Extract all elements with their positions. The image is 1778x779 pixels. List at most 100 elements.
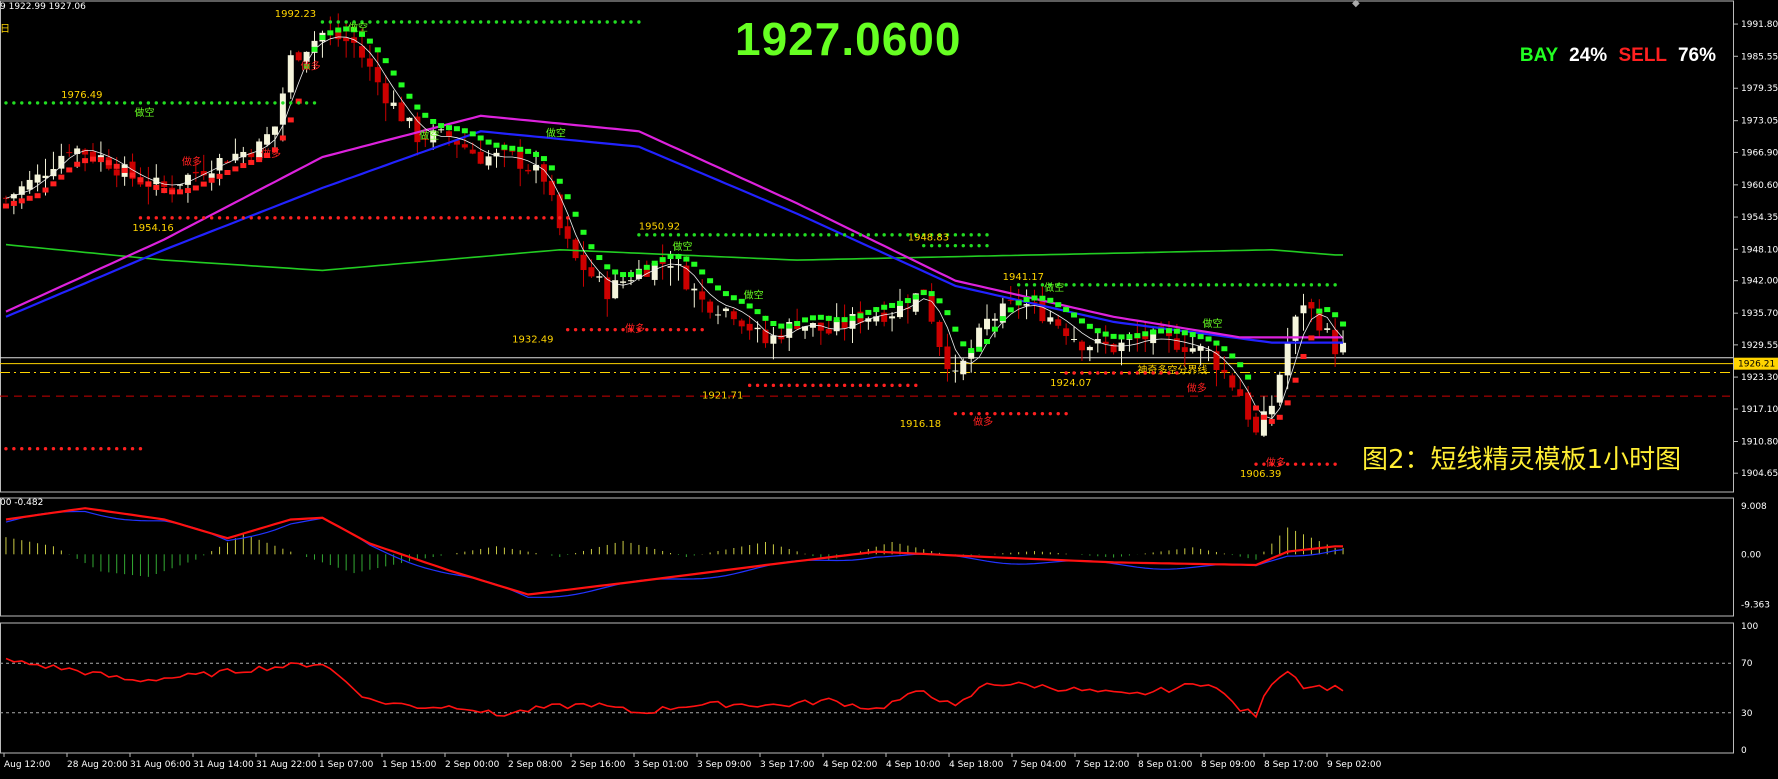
level-dot bbox=[1262, 283, 1266, 287]
level-dot bbox=[43, 447, 48, 451]
trend-block bbox=[984, 339, 991, 345]
level-dot bbox=[819, 233, 823, 237]
candle-body bbox=[398, 102, 405, 122]
close-icon[interactable]: ◆ bbox=[1352, 0, 1360, 9]
level-dot bbox=[605, 20, 609, 24]
level-dot bbox=[637, 20, 641, 24]
trend-block bbox=[446, 125, 453, 131]
trend-block bbox=[1031, 295, 1038, 301]
level-dot bbox=[1301, 283, 1306, 287]
level-dot bbox=[233, 216, 238, 220]
trend-block bbox=[398, 82, 405, 88]
level-dot bbox=[1119, 371, 1124, 375]
trend-block bbox=[1078, 318, 1085, 324]
candle-body bbox=[216, 157, 223, 171]
trend-block bbox=[279, 135, 286, 141]
trend-block bbox=[26, 195, 33, 201]
level-dot bbox=[1285, 462, 1290, 466]
level-dot bbox=[1096, 283, 1100, 287]
level-dot bbox=[415, 216, 420, 220]
level-dot bbox=[455, 20, 459, 24]
candle-body bbox=[691, 288, 698, 291]
level-dot bbox=[787, 233, 791, 237]
level-dot bbox=[597, 327, 602, 332]
candle-body bbox=[699, 291, 706, 300]
trend-block bbox=[936, 298, 943, 304]
signal-label: 做空 bbox=[419, 129, 439, 142]
level-dot bbox=[866, 233, 871, 237]
trend-block bbox=[430, 118, 437, 124]
level-dot bbox=[597, 20, 602, 24]
price-tick-label: 1929.55 bbox=[1741, 341, 1778, 351]
level-dot bbox=[376, 20, 380, 24]
level-dot bbox=[874, 383, 878, 388]
macd-line bbox=[5, 510, 1344, 598]
level-dot bbox=[154, 216, 158, 220]
candle-body bbox=[991, 318, 998, 321]
trend-block bbox=[422, 112, 429, 118]
time-tick-label: 7 Sep 04:00 bbox=[1012, 760, 1067, 770]
trend-block bbox=[1063, 307, 1070, 313]
level-dot bbox=[439, 216, 443, 220]
trend-block bbox=[889, 302, 896, 308]
candle-body bbox=[1245, 392, 1252, 420]
trend-block bbox=[754, 309, 761, 315]
trend-block bbox=[200, 181, 207, 187]
level-dot bbox=[977, 411, 981, 416]
time-tick-label: 3 Sep 17:00 bbox=[760, 760, 815, 770]
level-dot bbox=[384, 216, 388, 220]
signal-label: 做多 bbox=[1266, 456, 1286, 469]
level-dot bbox=[985, 233, 989, 237]
level-dot bbox=[558, 20, 562, 24]
level-dot bbox=[850, 233, 855, 237]
price-label: 1924.07 bbox=[1050, 378, 1091, 389]
level-dot bbox=[1080, 371, 1084, 375]
price-label: 1950.92 bbox=[639, 222, 680, 233]
level-dot bbox=[542, 216, 546, 220]
level-dot bbox=[953, 411, 958, 416]
level-dot bbox=[842, 233, 847, 237]
candle-body bbox=[113, 169, 120, 176]
level-dot bbox=[27, 447, 32, 451]
level-dot bbox=[605, 327, 609, 332]
signal-label: 做多 bbox=[182, 155, 202, 168]
level-dot bbox=[336, 20, 340, 24]
level-dot bbox=[130, 447, 135, 451]
level-dot bbox=[945, 243, 950, 248]
trend-block bbox=[311, 46, 318, 52]
level-dot bbox=[890, 383, 894, 388]
candle-body bbox=[738, 320, 745, 327]
level-dot bbox=[304, 101, 309, 105]
trend-block bbox=[121, 167, 128, 173]
level-dot bbox=[977, 243, 981, 248]
trend-block bbox=[707, 278, 714, 284]
level-dot bbox=[613, 327, 617, 332]
sell-percent: 76% bbox=[1677, 45, 1716, 66]
signal-label: 做多 bbox=[1187, 382, 1207, 395]
level-dot bbox=[676, 233, 681, 237]
trend-block bbox=[177, 189, 184, 195]
price-tick-label: 1942.00 bbox=[1741, 277, 1778, 287]
level-dot bbox=[1293, 462, 1298, 466]
level-dot bbox=[803, 233, 807, 237]
candle-body bbox=[1086, 346, 1093, 351]
trend-block bbox=[501, 144, 508, 150]
candle-body bbox=[572, 239, 579, 259]
time-tick-label: 31 Aug 22:00 bbox=[256, 760, 317, 770]
candle-body bbox=[770, 335, 777, 344]
candle-body bbox=[58, 155, 65, 169]
level-dot bbox=[194, 101, 198, 105]
level-dot bbox=[732, 233, 736, 237]
trend-block bbox=[691, 261, 698, 267]
trend-block bbox=[169, 189, 176, 195]
level-dot bbox=[684, 233, 689, 237]
level-dot bbox=[977, 233, 981, 237]
signal-label: 做多 bbox=[973, 415, 993, 428]
level-dot bbox=[787, 383, 791, 388]
level-dot bbox=[35, 101, 40, 105]
level-dot bbox=[811, 383, 815, 388]
price-tick-label: 1960.60 bbox=[1741, 181, 1778, 191]
level-dot bbox=[882, 383, 886, 388]
trend-block bbox=[1071, 312, 1078, 318]
macd-pane-frame bbox=[0, 497, 1734, 617]
